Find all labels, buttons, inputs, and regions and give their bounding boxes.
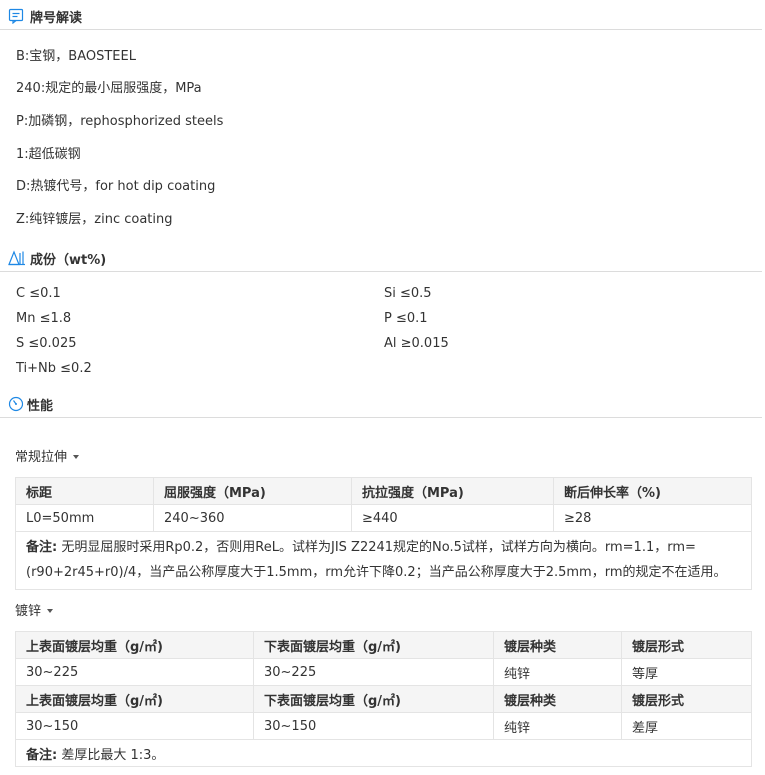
table-header-cell: 镀层种类 xyxy=(493,631,622,659)
table-header-cell: 断后伸长率（%) xyxy=(553,477,752,505)
composition-item: Mn ≤1.8 xyxy=(16,311,72,326)
table-note: 备注: 无明显屈服时采用Rp0.2，否则用ReL。试样为JIS Z2241规定的… xyxy=(15,531,752,590)
coating-table: 上表面镀层均重（g/㎡) 下表面镀层均重（g/㎡) 镀层种类 镀层形式 30~2… xyxy=(15,631,752,767)
properties-section-title: 性能 xyxy=(27,399,54,414)
table-cell: 30~225 xyxy=(253,658,494,686)
table-row: 30~225 30~225 纯锌 等厚 xyxy=(15,658,752,686)
flask-icon xyxy=(8,250,25,266)
coating-label: 镀锌 xyxy=(15,604,42,619)
table-cell: 纯锌 xyxy=(493,712,622,740)
table-row: L0=50mm 240~360 ≥440 ≥28 xyxy=(15,504,752,532)
composition-section-header: 成份（wt%) xyxy=(0,246,762,272)
table-cell: 纯锌 xyxy=(493,658,622,686)
table-cell: ≥440 xyxy=(351,504,554,532)
table-header-cell: 上表面镀层均重（g/㎡) xyxy=(15,685,254,713)
document-icon xyxy=(8,8,24,24)
composition-item: S ≤0.025 xyxy=(16,336,77,351)
tensile-label: 常规拉伸 xyxy=(15,450,68,465)
table-header-row: 上表面镀层均重（g/㎡) 下表面镀层均重（g/㎡) 镀层种类 镀层形式 xyxy=(15,631,752,659)
note-label: 备注: xyxy=(26,747,58,763)
tensile-table: 标距 屈服强度（MPa) 抗拉强度（MPa) 断后伸长率（%) L0=50mm … xyxy=(15,477,752,590)
grade-section-title: 牌号解读 xyxy=(30,11,83,26)
composition-item: P ≤0.1 xyxy=(384,311,428,326)
table-header-cell: 下表面镀层均重（g/㎡) xyxy=(253,685,494,713)
tensile-toggle[interactable]: 常规拉伸 xyxy=(15,446,80,465)
table-header-row: 上表面镀层均重（g/㎡) 下表面镀层均重（g/㎡) 镀层种类 镀层形式 xyxy=(15,685,752,713)
table-note-row: 备注: 差厚比最大 1:3。 xyxy=(15,739,752,767)
grade-line: 1:超低碳钢 xyxy=(16,147,81,162)
table-cell: 差厚 xyxy=(621,712,752,740)
grade-line: P:加磷钢，rephosphorized steels xyxy=(16,114,224,129)
note-text: 无明显屈服时采用Rp0.2，否则用ReL。试样为JIS Z2241规定的No.5… xyxy=(26,540,727,580)
caret-down-icon xyxy=(73,454,80,459)
table-cell: 30~150 xyxy=(15,712,254,740)
gauge-icon xyxy=(8,396,24,412)
composition-section-title: 成份（wt%) xyxy=(30,253,107,268)
table-cell: 30~150 xyxy=(253,712,494,740)
grade-line: D:热镀代号，for hot dip coating xyxy=(16,179,216,194)
properties-section-header: 性能 xyxy=(0,392,762,418)
caret-down-icon xyxy=(47,608,54,613)
grade-section-header: 牌号解读 xyxy=(0,4,762,30)
composition-item: Al ≥0.015 xyxy=(384,336,449,351)
composition-item: Si ≤0.5 xyxy=(384,286,432,301)
table-header-cell: 标距 xyxy=(15,477,154,505)
table-header-cell: 下表面镀层均重（g/㎡) xyxy=(253,631,494,659)
table-header-cell: 镀层种类 xyxy=(493,685,622,713)
table-cell: 30~225 xyxy=(15,658,254,686)
table-header-cell: 镀层形式 xyxy=(621,685,752,713)
table-cell: L0=50mm xyxy=(15,504,154,532)
note-text: 差厚比最大 1:3。 xyxy=(61,747,165,763)
grade-line: Z:纯锌镀层，zinc coating xyxy=(16,212,173,227)
table-row: 30~150 30~150 纯锌 差厚 xyxy=(15,712,752,740)
table-header-cell: 抗拉强度（MPa) xyxy=(351,477,554,505)
table-header-cell: 上表面镀层均重（g/㎡) xyxy=(15,631,254,659)
composition-item: Ti+Nb ≤0.2 xyxy=(16,361,92,376)
table-header-cell: 屈服强度（MPa) xyxy=(153,477,352,505)
table-header-cell: 镀层形式 xyxy=(621,631,752,659)
table-cell: 240~360 xyxy=(153,504,352,532)
table-header-row: 标距 屈服强度（MPa) 抗拉强度（MPa) 断后伸长率（%) xyxy=(15,477,752,505)
coating-toggle[interactable]: 镀锌 xyxy=(15,600,54,619)
table-cell: ≥28 xyxy=(553,504,752,532)
composition-item: C ≤0.1 xyxy=(16,286,61,301)
grade-line: 240:规定的最小屈服强度，MPa xyxy=(16,81,202,96)
table-cell: 等厚 xyxy=(621,658,752,686)
note-label: 备注: xyxy=(26,540,58,555)
table-note-row: 备注: 无明显屈服时采用Rp0.2，否则用ReL。试样为JIS Z2241规定的… xyxy=(15,531,752,590)
grade-line: B:宝钢，BAOSTEEL xyxy=(16,49,136,64)
table-note: 备注: 差厚比最大 1:3。 xyxy=(15,739,752,767)
